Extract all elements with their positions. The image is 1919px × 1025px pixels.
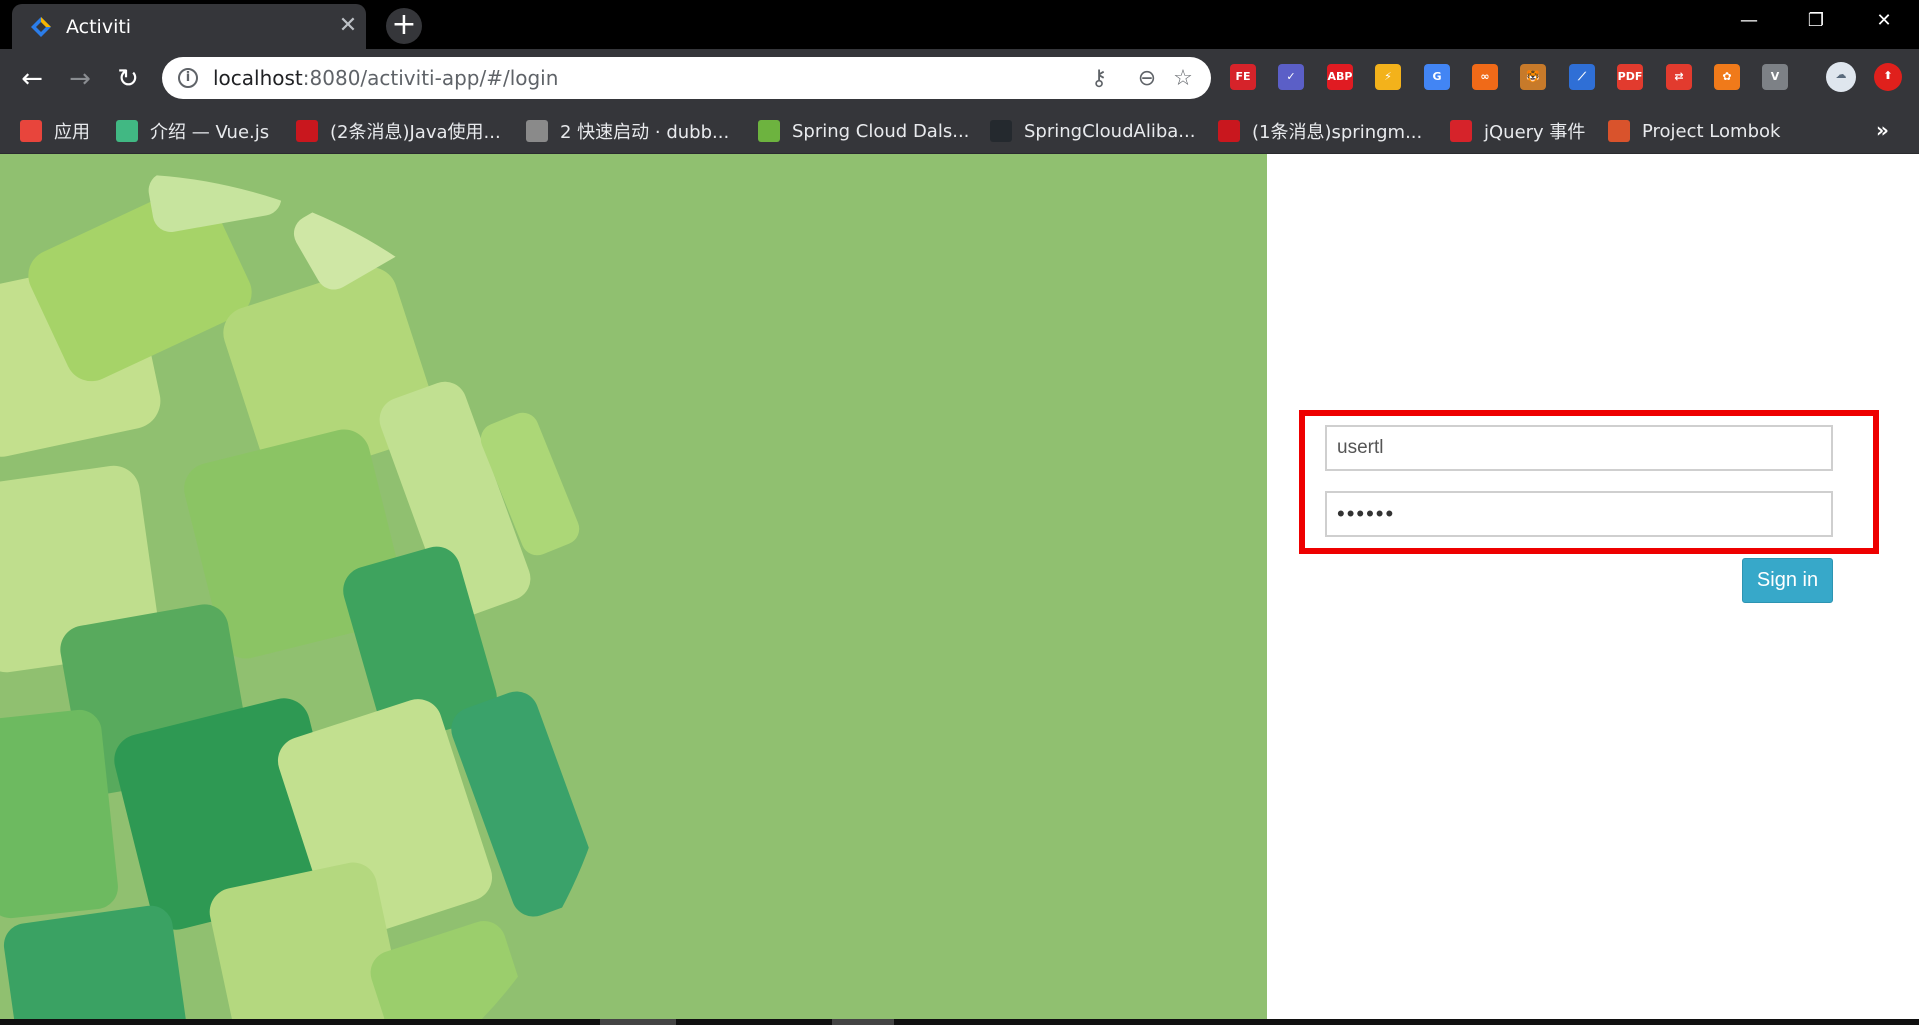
bookmark-favicon-icon (1608, 120, 1630, 142)
bookmark-label: Project Lombok (1642, 120, 1781, 142)
bookmark-label: (2条消息)Java使用... (330, 122, 501, 143)
new-tab-button[interactable]: + (386, 8, 422, 44)
back-arrow-icon[interactable]: ← (14, 61, 50, 97)
extension-icon[interactable]: ⇄ (1666, 64, 1692, 90)
address-bar[interactable]: i localhost:8080/activiti-app/#/login ⚷ … (162, 57, 1211, 99)
url-host: localhost (213, 66, 303, 90)
bookmark-item[interactable]: 介绍 — Vue.js (116, 119, 269, 143)
bookmark-label: 应用 (54, 122, 90, 143)
sign-in-button[interactable]: Sign in (1742, 558, 1833, 603)
page-viewport (0, 154, 1919, 1019)
bookmark-item[interactable]: 2 快速启动 · dubb... (526, 119, 729, 143)
bookmark-favicon-icon (1218, 120, 1240, 142)
bookmark-item[interactable]: (2条消息)Java使用... (296, 119, 501, 143)
zoom-icon[interactable]: ⊖ (1134, 66, 1160, 92)
bookmarks-bar: 应用 介绍 — Vue.js (2条消息)Java使用... 2 快速启动 · dub… (0, 108, 1919, 154)
tab-title: Activiti (66, 16, 132, 38)
close-window-button[interactable]: ✕ (1851, 0, 1917, 44)
bookmark-favicon-icon (20, 120, 42, 142)
extension-icon[interactable]: ⚡ (1375, 64, 1401, 90)
bookmark-item[interactable]: jQuery 事件 (1450, 119, 1585, 143)
profile-avatar[interactable]: ☁ (1826, 62, 1856, 92)
bookmark-item[interactable]: Project Lombok (1608, 119, 1780, 143)
extension-icon[interactable]: ⟋ (1569, 64, 1595, 90)
bookmarks-overflow-icon[interactable]: » (1876, 118, 1889, 142)
bookmark-favicon-icon (526, 120, 548, 142)
title-bar: Activiti ✕ + — ❐ ✕ (0, 0, 1919, 49)
bookmark-star-icon[interactable]: ☆ (1170, 66, 1196, 92)
bookmark-label: 介绍 — Vue.js (150, 122, 270, 143)
bookmark-favicon-icon (116, 120, 138, 142)
username-input[interactable] (1325, 425, 1833, 471)
bookmark-item[interactable]: 应用 (20, 119, 90, 143)
site-info-icon[interactable]: i (178, 68, 198, 88)
forward-arrow-icon[interactable]: → (62, 61, 98, 97)
bookmark-favicon-icon (296, 120, 318, 142)
tab-close-icon[interactable]: ✕ (334, 12, 362, 40)
extension-icon[interactable]: V (1762, 64, 1788, 90)
bookmark-favicon-icon (1450, 120, 1472, 142)
bookmark-favicon-icon (990, 120, 1012, 142)
extension-icon[interactable]: ∞ (1472, 64, 1498, 90)
update-icon[interactable]: ⬆ (1874, 63, 1902, 91)
activiti-favicon-icon (31, 17, 51, 37)
password-input[interactable] (1325, 491, 1833, 537)
extension-icon[interactable]: 🐯 (1520, 64, 1546, 90)
extension-icon[interactable]: PDF (1617, 64, 1643, 90)
bookmark-label: jQuery 事件 (1484, 122, 1586, 143)
tab-activiti[interactable]: Activiti ✕ (12, 4, 366, 49)
extension-icon[interactable]: ✓ (1278, 64, 1304, 90)
url-path: :8080/activiti-app/#/login (302, 66, 559, 90)
globe-tiles-graphic (0, 174, 599, 1019)
hero-background-image (0, 154, 1267, 1019)
bookmark-item[interactable]: Spring Cloud Dals... (758, 119, 969, 143)
url-text[interactable]: localhost:8080/activiti-app/#/login (213, 66, 558, 90)
extension-icon[interactable]: ABP (1327, 64, 1353, 90)
extension-icon[interactable]: G (1424, 64, 1450, 90)
bookmark-label: Spring Cloud Dals... (792, 120, 970, 142)
restore-button[interactable]: ❐ (1783, 0, 1849, 44)
bookmark-label: SpringCloudAliba... (1024, 120, 1196, 142)
bookmark-item[interactable]: (1条消息)springm... (1218, 119, 1422, 143)
bookmark-label: (1条消息)springm... (1252, 122, 1423, 143)
key-icon[interactable]: ⚷ (1086, 66, 1112, 92)
bookmark-item[interactable]: SpringCloudAliba... (990, 119, 1195, 143)
bookmark-label: 2 快速启动 · dubb... (560, 122, 730, 143)
extension-icon[interactable]: ✿ (1714, 64, 1740, 90)
reload-icon[interactable]: ↻ (110, 61, 146, 97)
taskbar-edge (0, 1019, 1919, 1025)
minimize-button[interactable]: — (1716, 0, 1782, 44)
bookmark-favicon-icon (758, 120, 780, 142)
extension-icon[interactable]: FE (1230, 64, 1256, 90)
browser-toolbar: ← → ↻ i localhost:8080/activiti-app/#/lo… (0, 49, 1919, 108)
